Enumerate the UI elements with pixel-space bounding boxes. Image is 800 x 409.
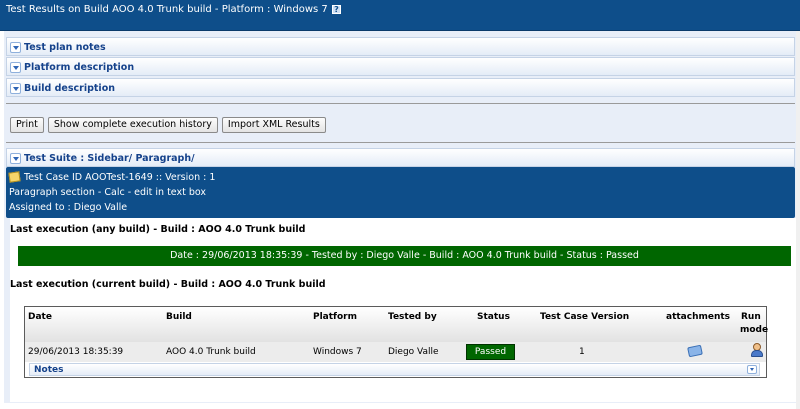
cell-date: 29/06/2013 18:35:39 <box>28 347 124 357</box>
last-execution-current-heading: Last execution (current build) - Build :… <box>10 279 326 290</box>
notes-panel[interactable]: Notes <box>29 363 760 376</box>
notes-label: Notes <box>34 365 64 375</box>
expand-toggle-icon[interactable] <box>747 365 757 374</box>
test-case-assignee: Assigned to : Diego Valle <box>9 202 128 213</box>
action-buttons: Print Show complete execution history Impo… <box>10 117 330 133</box>
col-status: Status <box>477 312 510 322</box>
cell-platform: Windows 7 <box>313 347 362 357</box>
import-xml-button[interactable]: Import XML Results <box>221 117 326 133</box>
last-execution-summary: Date : 29/06/2013 18:35:39 - Tested by :… <box>18 246 791 266</box>
panel-test-plan-notes[interactable]: Test plan notes <box>6 37 795 56</box>
cell-tested-by: Diego Valle <box>388 347 439 357</box>
col-test-case-version: Test Case Version <box>540 312 630 322</box>
panel-label: Test plan notes <box>24 42 106 53</box>
col-build: Build <box>166 312 192 322</box>
col-run: Run <box>741 312 761 322</box>
window-title-bar: Test Results on Build AOO 4.0 Trunk buil… <box>0 0 800 31</box>
test-case-title: Paragraph section - Calc - edit in text … <box>9 187 207 198</box>
execution-table: Date Build Platform Tested by Status Tes… <box>24 306 769 378</box>
page-title: Test Results on Build AOO 4.0 Trunk buil… <box>6 4 328 15</box>
expand-toggle-icon[interactable] <box>10 83 21 94</box>
table-header: Date Build Platform Tested by Status Tes… <box>25 307 769 342</box>
print-button[interactable]: Print <box>10 117 44 133</box>
test-case-header: Test Case ID AOOTest-1649 :: Version : 1… <box>6 167 795 218</box>
col-mode: mode <box>740 325 769 335</box>
panel-label: Platform description <box>24 62 135 73</box>
cell-test-case-version: 1 <box>579 347 585 357</box>
col-attachments: attachments <box>666 312 731 322</box>
divider <box>6 142 795 143</box>
divider <box>6 103 795 104</box>
col-tested-by: Tested by <box>388 312 437 322</box>
panel-platform-description[interactable]: Platform description <box>6 57 795 76</box>
panel-label: Build description <box>24 83 115 94</box>
show-history-button[interactable]: Show complete execution history <box>47 117 218 133</box>
panel-test-suite[interactable]: Test Suite : Sidebar/ Paragraph/ <box>6 148 795 167</box>
cell-build: AOO 4.0 Trunk build <box>166 347 256 357</box>
col-platform: Platform <box>313 312 357 322</box>
panel-build-description[interactable]: Build description <box>6 78 795 97</box>
test-case-id: Test Case ID AOOTest-1649 :: Version : 1 <box>24 172 216 183</box>
user-icon <box>750 343 764 358</box>
expand-toggle-icon[interactable] <box>10 42 21 53</box>
test-suite-label: Test Suite : Sidebar/ Paragraph/ <box>24 153 195 164</box>
status-badge: Passed <box>466 344 515 360</box>
expand-toggle-icon[interactable] <box>10 153 21 164</box>
last-execution-any-heading: Last execution (any build) - Build : AOO… <box>10 224 306 235</box>
expand-toggle-icon[interactable] <box>10 62 21 73</box>
note-icon <box>8 171 21 183</box>
help-icon[interactable]: ? <box>331 5 341 14</box>
scrollbar[interactable] <box>796 31 800 409</box>
col-date: Date <box>28 312 52 322</box>
